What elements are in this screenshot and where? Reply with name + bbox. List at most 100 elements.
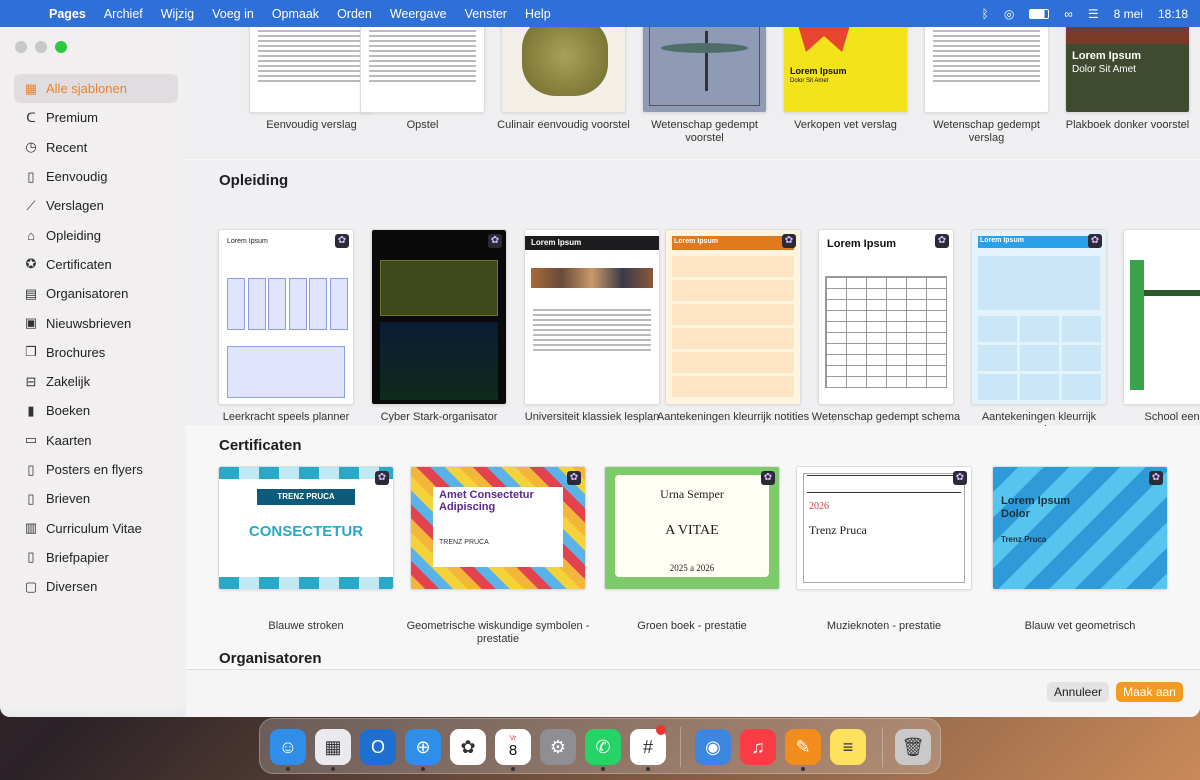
template-caption: Cyber Stark-organisator bbox=[380, 411, 498, 423]
link-icon[interactable]: ∞ bbox=[1064, 7, 1073, 21]
sidebar-item-opleiding[interactable]: ⌂ Opleiding bbox=[14, 220, 178, 249]
safari-icon[interactable]: ⊕ bbox=[405, 729, 441, 765]
content-block bbox=[380, 322, 498, 400]
template-thumbnail[interactable]: ✿ bbox=[1123, 229, 1200, 405]
sidebar-list: ▦ Alle sjablonen ᑕ Premium ◷ Recent ▯ Eenvoudig… bbox=[14, 74, 178, 601]
sidebar-item-diversen[interactable]: ▢ Diversen bbox=[14, 572, 178, 601]
sidebar-item-kaarten[interactable]: ▭ Kaarten bbox=[14, 426, 178, 455]
trash-icon[interactable]: 🗑 bbox=[895, 729, 931, 765]
settings-icon[interactable]: ⚙ bbox=[540, 729, 576, 765]
footer-bar: Annuleer Maak aan bbox=[186, 669, 1200, 717]
template-thumbnail[interactable]: Lorem Ipsum ✿ bbox=[665, 229, 801, 405]
template-thumbnail[interactable]: Lorem Ipsum Dolor Sit Amet bbox=[783, 27, 908, 113]
sidebar-item-zakelijk[interactable]: ⊟ Zakelijk bbox=[14, 367, 178, 396]
template-thumbnail[interactable] bbox=[924, 27, 1049, 113]
menu-archief[interactable]: Archief bbox=[95, 7, 152, 21]
pages-icon[interactable]: ✎ bbox=[785, 729, 821, 765]
sidebar-item-briefpapier[interactable]: ▯ Briefpapier bbox=[14, 543, 178, 572]
brochure-icon: ❐ bbox=[25, 344, 37, 360]
storage-icon[interactable]: ◉ bbox=[695, 729, 731, 765]
section-title-opleiding: Opleiding bbox=[219, 172, 289, 189]
calendar-icon[interactable]: Vr 8 bbox=[495, 729, 531, 765]
sidebar-item-verslagen[interactable]: ⟋ Verslagen bbox=[14, 191, 178, 220]
template-thumbnail[interactable]: Lorem Ipsum ✿ bbox=[218, 229, 354, 405]
template-thumbnail[interactable]: Urna Semper A VITAE 2025 a 2026 ✿ bbox=[604, 466, 780, 590]
template-thumbnail[interactable]: ✿ bbox=[371, 229, 507, 405]
template-caption: School een lesplan bbox=[1144, 411, 1200, 423]
sidebar-item-brieven[interactable]: ▯ Brieven bbox=[14, 484, 178, 513]
planner-column bbox=[329, 278, 348, 330]
running-indicator bbox=[601, 767, 605, 771]
create-button[interactable]: Maak aan bbox=[1116, 682, 1183, 702]
sidebar-item-eenvoudig[interactable]: ▯ Eenvoudig bbox=[14, 162, 178, 191]
sidebar-item-certificaten[interactable]: ✪ Certificaten bbox=[14, 250, 178, 279]
template-thumbnail[interactable]: Lorem Ipsum ✿ bbox=[971, 229, 1107, 405]
starburst-shape bbox=[794, 27, 854, 52]
notes-row bbox=[672, 280, 794, 301]
sidebar-item-curriculum-vitae[interactable]: ▥ Curriculum Vitae bbox=[14, 513, 178, 542]
menu-wijzig[interactable]: Wijzig bbox=[152, 7, 203, 21]
notes-row bbox=[672, 352, 794, 373]
menu-voeg-in[interactable]: Voeg in bbox=[203, 7, 263, 21]
template-thumbnail[interactable] bbox=[360, 27, 485, 113]
cert-name: TRENZ PRUCA bbox=[439, 539, 489, 546]
sidebar-item-organisatoren[interactable]: ▤ Organisatoren bbox=[14, 279, 178, 308]
sidebar-item-label: Zakelijk bbox=[46, 374, 91, 390]
cancel-button[interactable]: Annuleer bbox=[1047, 682, 1109, 702]
sidebar-item-nieuwsbrieven[interactable]: ▣ Nieuwsbrieven bbox=[14, 308, 178, 337]
food-image bbox=[522, 27, 608, 96]
template-thumbnail[interactable] bbox=[249, 27, 374, 113]
dock-separator bbox=[680, 727, 681, 767]
launchpad-icon[interactable]: ▦ bbox=[315, 729, 351, 765]
finder-icon[interactable]: ☺ bbox=[270, 729, 306, 765]
photos-icon[interactable]: ✿ bbox=[450, 729, 486, 765]
bluetooth-icon[interactable]: ᛒ bbox=[982, 7, 989, 21]
menu-date[interactable]: 8 mei bbox=[1114, 7, 1143, 21]
dock: ☺ ▦ O ⊕ ✿ Vr 8 ⚙ ✆ # ◉ ♫ ✎ ≡ 🗑 bbox=[259, 718, 941, 774]
menu-weergave[interactable]: Weergave bbox=[381, 7, 456, 21]
sidebar-item-boeken[interactable]: ▮ Boeken bbox=[14, 396, 178, 425]
planner-column bbox=[268, 278, 286, 330]
top-stripe bbox=[219, 467, 393, 479]
template-thumbnail[interactable]: Lorem Ipsum ✿ bbox=[818, 229, 954, 405]
music-icon[interactable]: ♫ bbox=[740, 729, 776, 765]
template-thumbnail[interactable]: Amet Consectetur Adipiscing TRENZ PRUCA ✿ bbox=[410, 466, 586, 590]
premium-badge-icon: ✿ bbox=[488, 234, 502, 248]
outlook-icon[interactable]: O bbox=[360, 729, 396, 765]
misc-icon: ▢ bbox=[24, 578, 38, 594]
menu-pages[interactable]: Pages bbox=[40, 7, 95, 21]
template-thumbnail[interactable]: Lorem Ipsum Dolor Sit Amet bbox=[1065, 27, 1190, 113]
sidebar-item-brochures[interactable]: ❐ Brochures bbox=[14, 338, 178, 367]
sidebar-item-premium[interactable]: ᑕ Premium bbox=[14, 103, 178, 132]
planner-column bbox=[227, 278, 245, 330]
template-thumbnail[interactable] bbox=[642, 27, 767, 113]
menu-opmaak[interactable]: Opmaak bbox=[263, 7, 328, 21]
control-center-icon[interactable]: ☰ bbox=[1088, 7, 1099, 21]
battery-icon[interactable] bbox=[1029, 8, 1050, 19]
template-thumbnail[interactable] bbox=[501, 27, 626, 113]
sidebar-item-alle-sjablonen[interactable]: ▦ Alle sjablonen bbox=[14, 74, 178, 104]
thumb-title: Lorem Ipsum bbox=[674, 238, 718, 245]
template-thumbnail[interactable]: 2026 Trenz Pruca ✿ bbox=[796, 466, 972, 590]
menu-time[interactable]: 18:18 bbox=[1158, 7, 1188, 21]
menu-help[interactable]: Help bbox=[516, 7, 560, 21]
zoom-window-button[interactable] bbox=[55, 41, 67, 53]
planner-column bbox=[288, 278, 307, 330]
menu-orden[interactable]: Orden bbox=[328, 7, 381, 21]
template-thumbnail[interactable]: Lorem Ipsum Dolor Trenz Pruca ✿ bbox=[992, 466, 1168, 590]
airdrop-icon[interactable]: ◎ bbox=[1004, 7, 1014, 21]
sidebar-item-posters-en-flyers[interactable]: ▯ Posters en flyers bbox=[14, 455, 178, 484]
running-indicator bbox=[801, 767, 805, 771]
running-indicator bbox=[511, 767, 515, 771]
premium-badge-icon: ✿ bbox=[335, 234, 349, 248]
menu-venster[interactable]: Venster bbox=[456, 7, 516, 21]
sidebar-item-label: Boeken bbox=[46, 403, 91, 419]
template-thumbnail[interactable]: TRENZ PRUCA CONSECTETUR ✿ bbox=[218, 466, 394, 590]
whatsapp-icon[interactable]: ✆ bbox=[585, 729, 621, 765]
minimize-window-button[interactable] bbox=[35, 41, 47, 53]
sidebar-item-recent[interactable]: ◷ Recent bbox=[14, 133, 178, 162]
notes-icon[interactable]: ≡ bbox=[830, 729, 866, 765]
close-window-button[interactable] bbox=[15, 41, 27, 53]
template-thumbnail[interactable]: Lorem Ipsum bbox=[524, 229, 660, 405]
thumb-title: Lorem Ipsum bbox=[980, 237, 1024, 244]
